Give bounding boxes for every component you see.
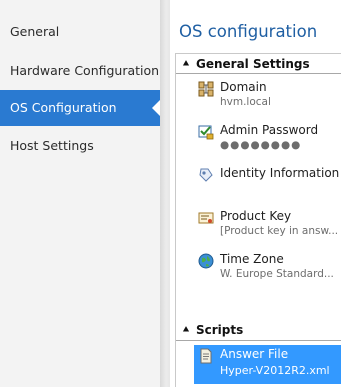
nav-item-host-settings[interactable]: Host Settings: [0, 128, 160, 164]
section-divider: [176, 73, 341, 74]
navigation-pane: General Hardware Configuration OS Config…: [0, 0, 161, 387]
product-key-icon: [198, 212, 214, 224]
setting-title: Domain: [220, 80, 267, 94]
globe-icon: [198, 253, 214, 269]
setting-value: [Product key in answ...: [220, 225, 339, 237]
setting-identity-information[interactable]: Identity Information: [194, 165, 341, 189]
main-panel: OS configuration ⯅ General Settings Domai…: [170, 0, 341, 387]
nav-item-os-configuration[interactable]: OS Configuration: [0, 90, 161, 126]
collapse-chevron-icon[interactable]: ⯅: [176, 322, 196, 339]
answer-file-icon: [200, 348, 212, 364]
setting-answer-file[interactable]: Answer File Hyper-V2012R2.xml: [194, 345, 341, 384]
setting-title: Admin Password: [220, 123, 319, 137]
identity-icon: [199, 168, 213, 182]
password-icon: [198, 125, 214, 140]
setting-time-zone[interactable]: Time Zone W. Europe Standard...: [194, 251, 341, 285]
section-label: Scripts: [196, 323, 244, 337]
nav-item-general[interactable]: General: [0, 14, 160, 50]
setting-title: Answer File: [220, 347, 289, 361]
setting-value: hvm.local: [220, 96, 271, 108]
setting-value: W. Europe Standard...: [220, 268, 334, 280]
section-divider: [176, 340, 341, 341]
setting-value: Hyper-V2012R2.xml: [220, 364, 330, 377]
domain-icon: [198, 81, 214, 97]
setting-title: Time Zone: [220, 252, 284, 266]
setting-product-key[interactable]: Product Key [Product key in answ...: [194, 208, 341, 242]
setting-title: Identity Information: [220, 166, 340, 180]
section-header-scripts[interactable]: ⯅ Scripts: [176, 322, 341, 339]
section-label: General Settings: [196, 57, 310, 71]
setting-title: Product Key: [220, 209, 292, 223]
page-title: OS configuration: [179, 22, 318, 41]
setting-admin-password[interactable]: Admin Password ●●●●●●●●: [194, 122, 341, 156]
collapse-chevron-icon[interactable]: ⯅: [176, 56, 196, 73]
pane-divider: [160, 0, 170, 387]
setting-value: ●●●●●●●●: [220, 139, 302, 151]
nav-item-hardware-configuration[interactable]: Hardware Configuration: [0, 53, 160, 89]
setting-domain[interactable]: Domain hvm.local: [194, 79, 341, 113]
section-header-general-settings[interactable]: ⯅ General Settings: [176, 56, 341, 73]
settings-tree: ⯅ General Settings Domain hvm.local Admin…: [175, 53, 341, 387]
